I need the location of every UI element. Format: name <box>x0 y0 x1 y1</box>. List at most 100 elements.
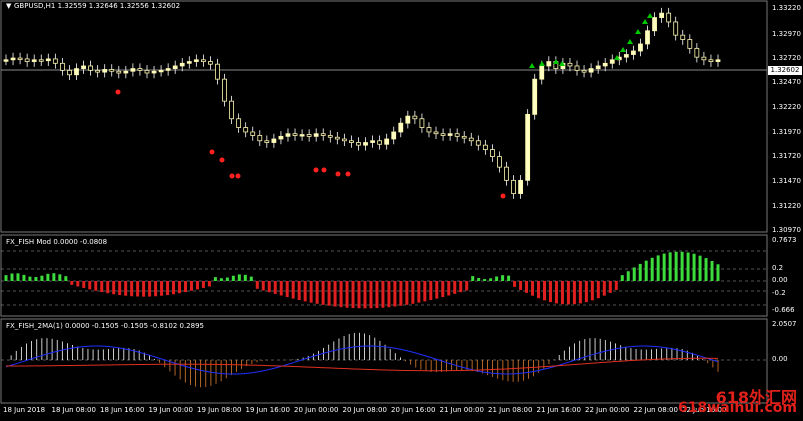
fish-bar <box>596 281 600 299</box>
price-axis-label: 1.32970 <box>772 30 801 38</box>
ind1-axis-label: 0.00 <box>772 276 788 284</box>
candle-body <box>151 70 157 74</box>
candle-body <box>109 69 115 72</box>
down-signal-dot <box>229 173 235 179</box>
fish-bar <box>178 281 182 294</box>
candle-body <box>278 135 284 140</box>
price-axis-label: 1.31470 <box>772 177 801 185</box>
candle-body <box>88 65 93 71</box>
fish-bar <box>698 255 702 281</box>
candle-body <box>701 56 707 61</box>
candle-body <box>102 69 108 73</box>
chart-canvas[interactable] <box>0 0 803 421</box>
fish-bar <box>273 281 277 294</box>
ind2-axis-label: 2.0507 <box>772 320 797 328</box>
fish-bar <box>584 281 588 303</box>
indicator1-title: FX_FISH Mod 0.0000 -0.0808 <box>6 238 108 246</box>
up-signal-arrow <box>539 61 545 66</box>
fish-bar <box>16 273 20 281</box>
candle-body <box>518 179 524 194</box>
candle-body <box>546 61 552 67</box>
candle-body <box>454 133 460 137</box>
fish-bar <box>465 281 469 291</box>
candle-body <box>652 17 657 32</box>
fish-bar <box>76 281 80 287</box>
up-signal-arrow <box>529 63 535 68</box>
candle-body <box>59 62 65 71</box>
fish-bar <box>507 275 511 281</box>
candle-body <box>236 118 242 128</box>
fish-bar <box>64 276 68 281</box>
fish-bar <box>638 263 642 281</box>
fish-bar <box>136 281 140 297</box>
fish-bar <box>219 278 223 281</box>
fish-bar <box>261 281 265 291</box>
fish-bar <box>393 281 397 307</box>
candle-body <box>708 59 714 62</box>
candle-body <box>638 43 643 52</box>
candle-body <box>3 59 9 62</box>
candle-body <box>623 54 629 58</box>
fish-bar <box>369 281 373 309</box>
fish-bar <box>554 281 558 304</box>
candle-body <box>52 58 58 64</box>
fish-bar <box>441 281 445 298</box>
candle-body <box>334 136 340 140</box>
fish-bar <box>267 281 271 293</box>
fish-bar <box>537 281 541 299</box>
fish-bar <box>70 281 74 285</box>
down-signal-dot <box>209 149 215 155</box>
down-signal-dot <box>115 89 121 95</box>
candle-body <box>468 137 474 142</box>
candle-body <box>31 59 37 62</box>
ind1-axis-label: -0.2 <box>772 289 786 297</box>
fish-bar <box>160 281 164 296</box>
fish-bar <box>52 273 56 281</box>
fish-bar <box>447 281 451 296</box>
current-price-label: 1.32602 <box>768 66 802 75</box>
fish-bar <box>411 281 415 304</box>
fish-bar <box>590 281 594 301</box>
chart-dropdown-icon[interactable]: ▼ <box>6 2 11 11</box>
price-axis-label: 1.33220 <box>772 4 801 12</box>
candle-body <box>222 78 227 102</box>
candle-body <box>391 131 397 140</box>
candle-body <box>165 68 171 71</box>
candle-body <box>208 61 213 65</box>
fish-bar <box>674 251 678 281</box>
fish-bar <box>578 281 582 304</box>
candle-body <box>666 12 672 23</box>
candle-body <box>250 131 256 136</box>
up-signal-arrow <box>642 19 648 24</box>
fish-bar <box>46 273 50 281</box>
candle-body <box>631 50 636 55</box>
candle-body <box>426 127 432 133</box>
fish-bar <box>207 281 211 287</box>
fish-bar <box>668 252 672 281</box>
fish-bar <box>154 281 158 297</box>
fish-bar <box>417 281 421 303</box>
candle-body <box>45 58 51 62</box>
fish-bar <box>333 281 337 307</box>
fish-bar <box>483 279 487 281</box>
candle-body <box>659 12 665 18</box>
fish-bar <box>387 281 391 308</box>
time-axis-label: 18 Jun 16:00 <box>100 406 145 414</box>
candle-body <box>673 21 679 36</box>
candle-body <box>609 59 615 64</box>
candle-body <box>144 69 150 74</box>
fish-bar <box>692 253 696 281</box>
ind1-axis-label: -0.666 <box>772 306 795 314</box>
fish-bar <box>662 253 666 281</box>
candle-body <box>356 142 361 146</box>
candle-body <box>172 65 178 69</box>
fish-bar <box>477 277 481 281</box>
fish-bar <box>363 281 367 309</box>
fish-bar <box>423 281 427 302</box>
candle-body <box>490 149 495 157</box>
down-signal-dot <box>313 167 319 173</box>
fish-bar <box>243 274 247 281</box>
fish-bar <box>716 264 720 281</box>
candle-body <box>137 68 143 71</box>
time-axis-label: 20 Jun 08:00 <box>342 406 387 414</box>
